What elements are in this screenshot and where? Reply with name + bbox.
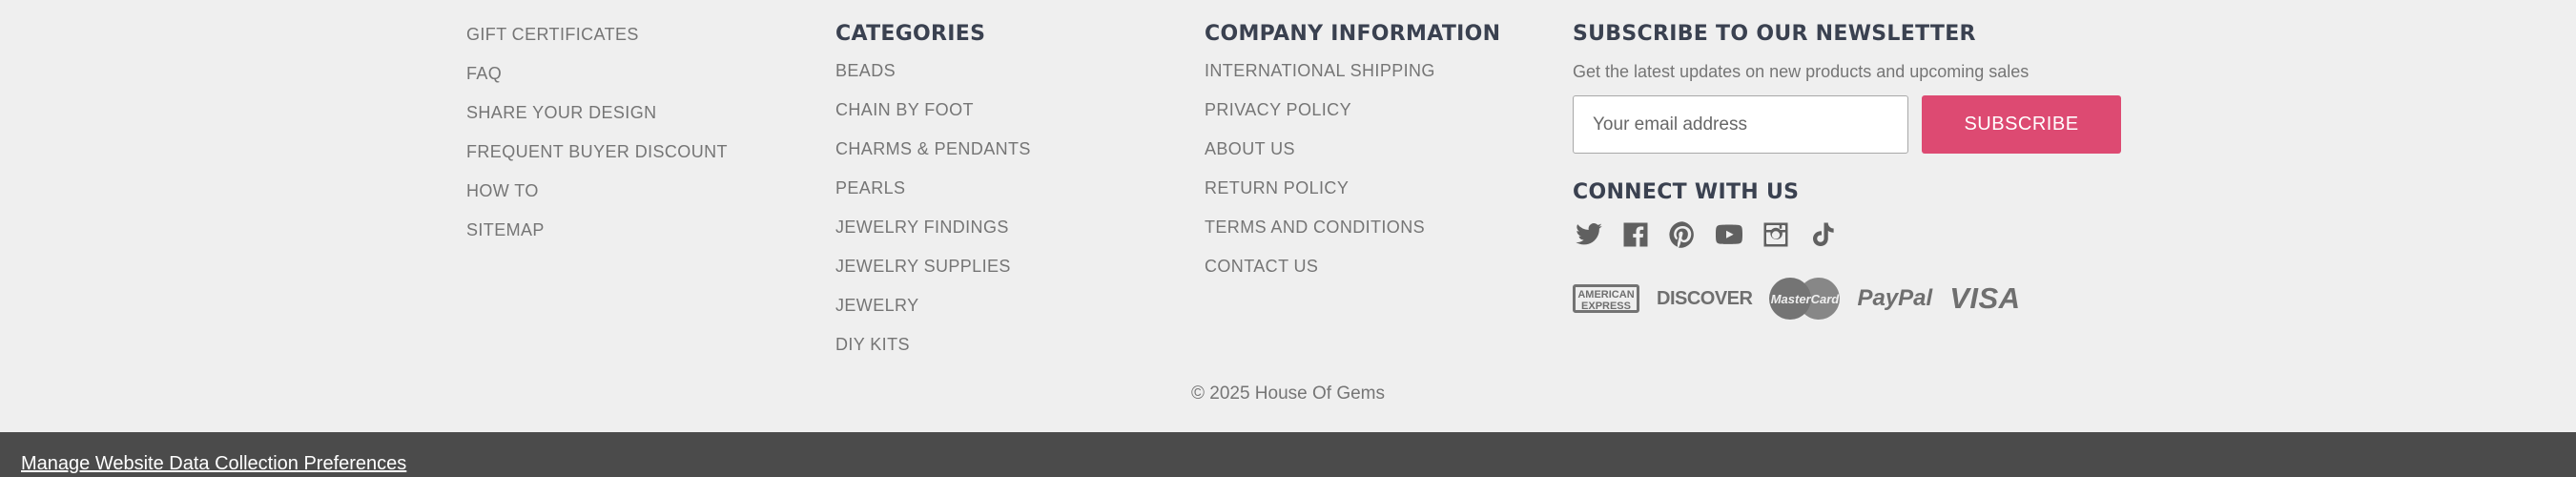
company-link-contact-us[interactable]: CONTACT US [1205,257,1318,276]
social-links [1573,210,2164,259]
company-links-list: INTERNATIONAL SHIPPING PRIVACY POLICY AB… [1205,52,1567,286]
footer-link-item: FREQUENT BUYER DISCOUNT [466,133,829,172]
footer-link-item: PEARLS [835,169,1198,208]
payment-methods: AMERICAN EXPRESS DISCOVER MasterCard Pay… [1573,265,2164,332]
newsletter-email-input[interactable] [1573,95,1908,154]
category-link-pearls[interactable]: PEARLS [835,178,905,197]
footer-link-item: DIY KITS [835,325,1198,364]
category-link-charms-pendants[interactable]: CHARMS & PENDANTS [835,139,1031,158]
category-link-jewelry-supplies[interactable]: JEWELRY SUPPLIES [835,257,1011,276]
site-footer: GIFT CERTIFICATES FAQ SHARE YOUR DESIGN … [0,0,2576,432]
footer-link-item: HOW TO [466,172,829,211]
tiktok-icon[interactable] [1806,219,1838,251]
category-link-jewelry[interactable]: JEWELRY [835,296,919,315]
footer-link-item: SHARE YOUR DESIGN [466,93,829,133]
footer-link-item: TERMS AND CONDITIONS [1205,208,1567,247]
footer-link-item: JEWELRY SUPPLIES [835,247,1198,286]
paypal-icon: PayPal [1857,285,1933,311]
discover-icon: DISCOVER [1657,287,1753,309]
footer-column-info: GIFT CERTIFICATES FAQ SHARE YOUR DESIGN … [466,0,829,250]
category-link-beads[interactable]: BEADS [835,61,896,80]
footer-link-how-to[interactable]: HOW TO [466,181,539,200]
category-link-jewelry-findings[interactable]: JEWELRY FINDINGS [835,218,1009,237]
company-link-international-shipping[interactable]: INTERNATIONAL SHIPPING [1205,61,1435,80]
mastercard-icon: MasterCard [1769,278,1841,320]
footer-link-item: CONTACT US [1205,247,1567,286]
newsletter-heading: SUBSCRIBE TO OUR NEWSLETTER [1573,22,1976,46]
category-link-diy-kits[interactable]: DIY KITS [835,335,910,354]
footer-link-item: FAQ [466,54,829,93]
footer-link-item: INTERNATIONAL SHIPPING [1205,52,1567,91]
footer-link-faq[interactable]: FAQ [466,64,502,83]
footer-link-gift-certificates[interactable]: GIFT CERTIFICATES [466,25,639,44]
footer-link-item: CHARMS & PENDANTS [835,130,1198,169]
company-link-terms-and-conditions[interactable]: TERMS AND CONDITIONS [1205,218,1425,237]
instagram-icon[interactable] [1760,219,1791,251]
facebook-icon[interactable] [1619,219,1651,251]
company-link-return-policy[interactable]: RETURN POLICY [1205,178,1349,197]
footer-link-share-your-design[interactable]: SHARE YOUR DESIGN [466,103,657,122]
category-link-chain-by-foot[interactable]: CHAIN BY FOOT [835,100,974,119]
connect-heading: CONNECT WITH US [1573,180,1800,204]
data-preferences-bar: Manage Website Data Collection Preferenc… [0,432,2576,477]
footer-link-item: GIFT CERTIFICATES [466,15,829,54]
company-link-about-us[interactable]: ABOUT US [1205,139,1295,158]
twitter-icon[interactable] [1573,219,1604,251]
manage-data-preferences-link[interactable]: Manage Website Data Collection Preferenc… [21,453,406,475]
footer-link-item: ABOUT US [1205,130,1567,169]
footer-link-item: PRIVACY POLICY [1205,91,1567,130]
footer-link-item: RETURN POLICY [1205,169,1567,208]
footer-column-company: COMPANY INFORMATION INTERNATIONAL SHIPPI… [1205,0,1567,286]
footer-link-item: CHAIN BY FOOT [835,91,1198,130]
youtube-icon[interactable] [1713,219,1744,251]
info-links-list: GIFT CERTIFICATES FAQ SHARE YOUR DESIGN … [466,0,829,250]
pinterest-icon[interactable] [1666,219,1698,251]
footer-link-sitemap[interactable]: SITEMAP [466,220,545,239]
categories-heading: CATEGORIES [835,22,986,46]
footer-link-item: BEADS [835,52,1198,91]
newsletter-form: SUBSCRIBE [1573,95,2164,155]
subscribe-button[interactable]: SUBSCRIBE [1922,95,2121,154]
footer-column-newsletter: SUBSCRIBE TO OUR NEWSLETTER Get the late… [1573,0,2164,332]
footer-link-frequent-buyer-discount[interactable]: FREQUENT BUYER DISCOUNT [466,142,728,161]
visa-icon: VISA [1949,281,2021,315]
footer-link-item: SITEMAP [466,211,829,250]
footer-link-item: JEWELRY FINDINGS [835,208,1198,247]
footer-column-categories: CATEGORIES BEADS CHAIN BY FOOT CHARMS & … [835,0,1198,364]
footer-link-item: JEWELRY [835,286,1198,325]
copyright-text: © 2025 House Of Gems [1190,384,1386,404]
company-link-privacy-policy[interactable]: PRIVACY POLICY [1205,100,1351,119]
company-heading: COMPANY INFORMATION [1205,22,1501,46]
amex-icon: AMERICAN EXPRESS [1573,284,1639,313]
newsletter-description: Get the latest updates on new products a… [1573,62,2030,81]
categories-links-list: BEADS CHAIN BY FOOT CHARMS & PENDANTS PE… [835,52,1198,364]
mastercard-label: MasterCard [1770,292,1840,306]
